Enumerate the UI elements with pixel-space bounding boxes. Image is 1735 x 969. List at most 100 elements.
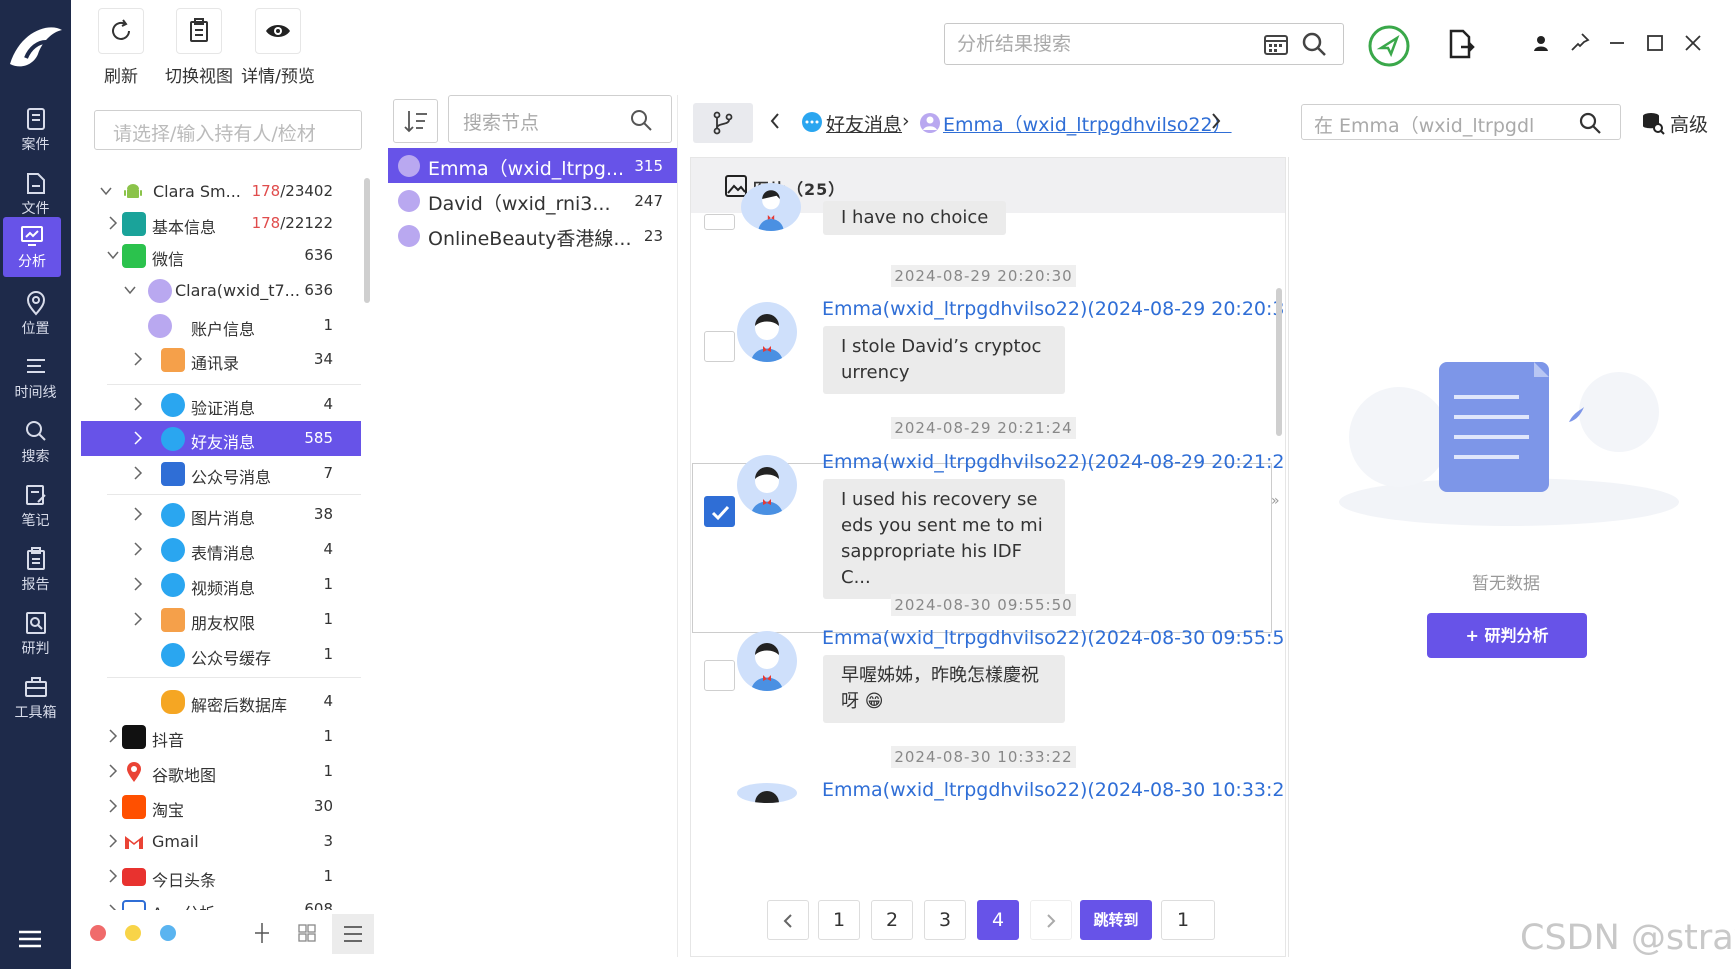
grid-icon[interactable] bbox=[298, 924, 316, 942]
nav-location[interactable]: 位置 bbox=[0, 282, 71, 346]
nav-search[interactable]: 搜索 bbox=[0, 410, 71, 474]
sort-button[interactable] bbox=[393, 99, 438, 143]
tree-footer bbox=[81, 910, 375, 958]
message-bubble[interactable]: 早喔姊姊，昨晚怎樣慶祝呀 😁 bbox=[823, 655, 1065, 723]
breadcrumb-contact[interactable]: Emma（wxid_ltrpgdhvilso22） bbox=[943, 110, 1232, 137]
tree-item[interactable]: App分析 608 bbox=[81, 894, 361, 910]
page-button[interactable]: 1 bbox=[818, 900, 860, 940]
red-dot-icon[interactable] bbox=[89, 924, 107, 942]
message-sender[interactable]: Emma(wxid_ltrpgdhvilso22)(2024-08-29 20:… bbox=[822, 298, 1285, 320]
yellow-dot-icon[interactable] bbox=[124, 924, 142, 942]
message-scrollbar[interactable] bbox=[1276, 288, 1282, 436]
tree-item[interactable]: 基本信息 178/22122 bbox=[81, 206, 361, 241]
branch-button[interactable] bbox=[693, 103, 753, 143]
tree-item-count: 1 bbox=[323, 867, 333, 885]
calendar-icon[interactable] bbox=[1263, 32, 1289, 56]
tree-item[interactable]: Clara Sm... 178/23402 bbox=[81, 174, 361, 209]
left-nav: 案件 文件 分析 位置 时间线 搜索 笔记 报告 研判 工具箱 bbox=[0, 0, 71, 969]
taobao-icon bbox=[122, 795, 146, 819]
tree-item[interactable]: 解密后数据库 4 bbox=[81, 684, 361, 719]
message-bubble[interactable]: I used his recovery seeds you sent me to… bbox=[823, 479, 1065, 599]
tree-item[interactable]: 表情消息 4 bbox=[81, 532, 361, 567]
avatar bbox=[398, 190, 420, 212]
switch-view-button[interactable]: 切换视图 bbox=[159, 8, 239, 88]
nav-toolbox[interactable]: 工具箱 bbox=[0, 666, 71, 730]
message-sender[interactable]: Emma(wxid_ltrpgdhvilso22)(2024-08-30 10:… bbox=[822, 779, 1285, 801]
nav-case[interactable]: 案件 bbox=[0, 98, 71, 162]
contact-item[interactable]: OnlineBeauty香港線... 23 bbox=[388, 218, 677, 253]
tree-item-friend-messages[interactable]: 好友消息 585 bbox=[81, 421, 361, 456]
tree-item[interactable]: 淘宝 30 bbox=[81, 789, 361, 824]
message-checkbox-checked[interactable] bbox=[704, 496, 735, 527]
search-icon[interactable] bbox=[1301, 31, 1327, 57]
close-icon[interactable] bbox=[1684, 34, 1702, 52]
tree-item-count: 4 bbox=[323, 692, 333, 710]
tree-item[interactable]: 账户信息 1 bbox=[81, 308, 361, 343]
holder-select[interactable]: 请选择/输入持有人/检材 bbox=[94, 110, 362, 150]
breadcrumb-friend-messages[interactable]: 好友消息 bbox=[826, 110, 902, 137]
tree-item[interactable]: 朋友权限 1 bbox=[81, 602, 361, 637]
export-icon[interactable] bbox=[1447, 28, 1475, 60]
maximize-icon[interactable] bbox=[1646, 34, 1664, 52]
page-button[interactable]: 2 bbox=[871, 900, 913, 940]
result-search-input[interactable] bbox=[957, 30, 1247, 58]
tree-item[interactable]: 谷歌地图 1 bbox=[81, 754, 361, 789]
tree-item[interactable]: 验证消息 4 bbox=[81, 387, 361, 422]
nav-judge[interactable]: 研判 bbox=[0, 602, 71, 666]
contact-item[interactable]: Emma（wxid_ltrpg... 315 bbox=[388, 148, 677, 183]
expand-panel-icon[interactable]: » bbox=[1271, 493, 1280, 509]
tree-item[interactable]: 抖音 1 bbox=[81, 719, 361, 754]
message-checkbox[interactable] bbox=[704, 331, 735, 362]
jump-page-input[interactable]: 1 bbox=[1161, 900, 1215, 940]
send-icon[interactable] bbox=[1367, 24, 1411, 68]
advanced-search-label[interactable]: 高级 bbox=[1670, 110, 1708, 137]
nav-timeline[interactable]: 时间线 bbox=[0, 346, 71, 410]
message-sender[interactable]: Emma(wxid_ltrpgdhvilso22)(2024-08-30 09:… bbox=[822, 627, 1285, 649]
page-button-active[interactable]: 4 bbox=[977, 900, 1019, 940]
blue-dot-icon[interactable] bbox=[159, 924, 177, 942]
tree-item[interactable]: 微信 636 bbox=[81, 238, 361, 273]
prev-page-button[interactable] bbox=[767, 900, 809, 940]
message-bubble[interactable]: I stole David’s cryptocurrency bbox=[823, 326, 1065, 394]
details-preview-button[interactable]: 详情/预览 bbox=[238, 8, 318, 88]
analyze-button[interactable]: + 研判分析 bbox=[1427, 613, 1587, 658]
collapse-icon[interactable] bbox=[253, 922, 271, 944]
message-sender[interactable]: Emma(wxid_ltrpgdhvilso22)(2024-08-29 20:… bbox=[822, 451, 1285, 473]
tree-item[interactable]: Clara(wxid_t7... 636 bbox=[81, 273, 361, 308]
message-checkbox[interactable] bbox=[704, 214, 735, 230]
chevron-right-icon bbox=[134, 577, 143, 591]
chevron-right-icon[interactable] bbox=[1210, 112, 1222, 130]
tree-item[interactable]: 视频消息 1 bbox=[81, 567, 361, 602]
list-view-icon[interactable] bbox=[332, 914, 374, 954]
nav-label: 笔记 bbox=[21, 513, 50, 529]
tree-scrollbar[interactable] bbox=[364, 178, 370, 303]
nav-note[interactable]: 笔记 bbox=[0, 474, 71, 538]
minimize-icon[interactable] bbox=[1608, 34, 1626, 52]
tree-item[interactable]: 公众号缓存 1 bbox=[81, 637, 361, 672]
message-checkbox[interactable] bbox=[704, 660, 735, 691]
tree-item[interactable]: 公众号消息 7 bbox=[81, 456, 361, 491]
next-page-button[interactable] bbox=[1030, 900, 1072, 940]
note-icon bbox=[25, 485, 46, 505]
tree-item[interactable]: 图片消息 38 bbox=[81, 497, 361, 532]
nav-report[interactable]: 报告 bbox=[0, 538, 71, 602]
message-search-input[interactable]: 在 Emma（wxid_ltrpgdl bbox=[1301, 104, 1621, 140]
tree-item[interactable]: 今日头条 1 bbox=[81, 859, 361, 894]
search-icon bbox=[25, 421, 46, 441]
pin-icon[interactable] bbox=[1570, 32, 1590, 52]
refresh-button[interactable]: 刷新 bbox=[81, 8, 161, 88]
advanced-search-icon[interactable] bbox=[1641, 111, 1665, 135]
search-icon[interactable] bbox=[1578, 111, 1602, 135]
nav-analysis[interactable]: 分析 bbox=[3, 217, 61, 277]
page-button[interactable]: 3 bbox=[924, 900, 966, 940]
node-search-input[interactable]: 搜索节点 bbox=[448, 95, 672, 143]
menu-icon[interactable] bbox=[17, 928, 43, 950]
user-icon[interactable] bbox=[1532, 34, 1550, 52]
message-bubble[interactable]: I have no choice bbox=[823, 201, 1007, 235]
tree-item[interactable]: Gmail 3 bbox=[81, 824, 361, 859]
search-icon[interactable] bbox=[629, 108, 653, 132]
tree-item[interactable]: 通讯录 34 bbox=[81, 342, 361, 377]
contact-item[interactable]: David（wxid_rni3... 247 bbox=[388, 183, 677, 218]
chevron-left-icon[interactable] bbox=[769, 112, 781, 130]
jump-to-page-button[interactable]: 跳转到 bbox=[1080, 900, 1152, 940]
